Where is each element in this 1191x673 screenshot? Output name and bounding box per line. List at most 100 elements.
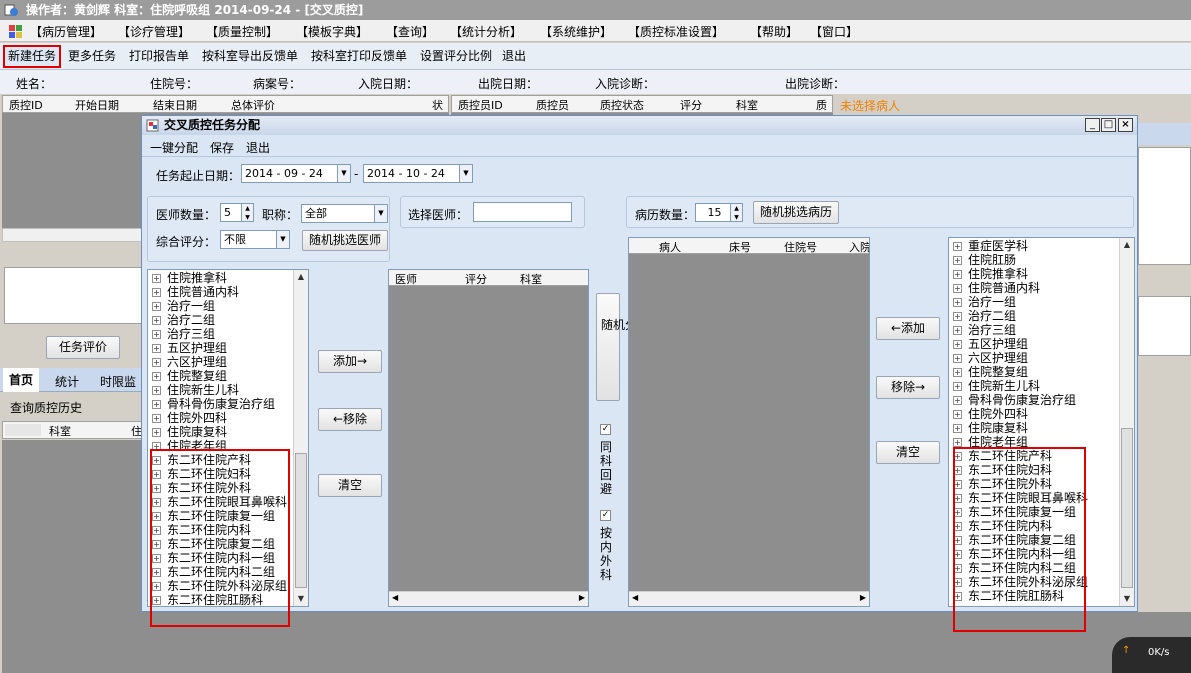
col-admission[interactable]: 入院 [849, 239, 869, 255]
menu-query[interactable]: 【查询】 [386, 23, 434, 40]
expand-plus-icon[interactable]: + [953, 522, 962, 531]
tree-item[interactable]: + 治疗一组 [152, 299, 215, 313]
tree-item[interactable]: + 东二环住院内科一组 [953, 547, 1076, 561]
expand-plus-icon[interactable]: + [953, 368, 962, 377]
expand-plus-icon[interactable]: + [953, 578, 962, 587]
print-feedback-by-dept-button[interactable]: 按科室打印反馈单 [308, 47, 410, 67]
tree-item[interactable]: + 治疗三组 [152, 327, 215, 341]
new-task-button[interactable]: 新建任务 [3, 45, 62, 68]
tree-item[interactable]: + 东二环住院眼耳鼻喉科 [152, 495, 287, 509]
random-doctor-button[interactable]: 随机挑选医师 [302, 230, 388, 251]
tree-item[interactable]: + 重症医学科 [953, 239, 1028, 253]
expand-plus-icon[interactable]: + [152, 316, 161, 325]
expand-plus-icon[interactable]: + [152, 344, 161, 353]
add-to-right-button[interactable]: 添加→ [318, 350, 382, 373]
tab-home[interactable]: 首页 [3, 368, 40, 392]
scroll-down-icon[interactable]: ▼ [294, 592, 308, 606]
tree-item[interactable]: + 骨科骨伤康复治疗组 [953, 393, 1076, 407]
menu-diagnosis-management[interactable]: 【诊疗管理】 [118, 23, 190, 40]
expand-plus-icon[interactable]: + [152, 456, 161, 465]
tree-item[interactable]: + 东二环住院外科泌尿组 [152, 579, 287, 593]
spin-arrows-icon[interactable]: ▲ ▼ [241, 204, 253, 221]
col-end-date[interactable]: 结束日期 [153, 97, 197, 113]
col-bed-no[interactable]: 床号 [729, 239, 751, 255]
scroll-up-icon[interactable]: ▲ [294, 270, 308, 284]
tree-item[interactable]: + 住院外四科 [152, 411, 227, 425]
scroll-up-icon[interactable]: ▲ [1120, 238, 1134, 252]
print-report-button[interactable]: 打印报告单 [126, 47, 192, 67]
menu-quality-control[interactable]: 【质量控制】 [206, 23, 278, 40]
tree-item[interactable]: + 东二环住院外科泌尿组 [953, 575, 1088, 589]
select-doctor-input[interactable] [473, 202, 572, 222]
close-icon[interactable]: × [1118, 118, 1133, 132]
tree-item[interactable]: + 治疗三组 [953, 323, 1016, 337]
menu-system-maintenance[interactable]: 【系统维护】 [540, 23, 612, 40]
tree-item[interactable]: + 东二环住院妇科 [953, 463, 1052, 477]
chevron-down-icon[interactable]: ▼ [276, 231, 289, 248]
tree-item[interactable]: + 东二环住院康复一组 [152, 509, 275, 523]
save-menu[interactable]: 保存 [210, 139, 234, 156]
tree-item[interactable]: + 住院整复组 [953, 365, 1028, 379]
tree-item[interactable]: + 住院康复科 [152, 425, 227, 439]
expand-plus-icon[interactable]: + [953, 564, 962, 573]
expand-plus-icon[interactable]: + [953, 256, 962, 265]
expand-plus-icon[interactable]: + [953, 494, 962, 503]
title-select[interactable]: 全部 ▼ [301, 204, 388, 223]
by-internal-surgery-checkbox[interactable]: ✓ [600, 510, 611, 521]
expand-plus-icon[interactable]: + [953, 270, 962, 279]
tree-item[interactable]: + 东二环住院肛肠科 [152, 593, 263, 606]
expand-plus-icon[interactable]: + [953, 382, 962, 391]
right-department-tree[interactable]: + 重症医学科 + 住院肛肠 + 住院推拿科 + 住院普通内科 + 治疗一组 + 治疗二组 + 治疗三组 +… [948, 237, 1135, 607]
expand-plus-icon[interactable]: + [152, 554, 161, 563]
expand-plus-icon[interactable]: + [152, 442, 161, 451]
expand-plus-icon[interactable]: + [152, 596, 161, 605]
tree-item[interactable]: + 东二环住院内科一组 [152, 551, 275, 565]
expand-plus-icon[interactable]: + [152, 512, 161, 521]
patient-list-hscroll[interactable]: ◀ ▶ [629, 591, 869, 606]
col-score[interactable]: 评分 [680, 97, 702, 113]
expand-plus-icon[interactable]: + [953, 354, 962, 363]
col-department[interactable]: 科室 [736, 97, 758, 113]
tree-item[interactable]: + 住院推拿科 [953, 267, 1028, 281]
end-date-picker[interactable]: 2014 - 10 - 24 ▼ [363, 164, 473, 183]
expand-plus-icon[interactable]: + [152, 526, 161, 535]
start-date-picker[interactable]: 2014 - 09 - 24 ▼ [241, 164, 351, 183]
tree-item[interactable]: + 东二环住院眼耳鼻喉科 [953, 491, 1088, 505]
tab-statistics[interactable]: 统计 [55, 373, 79, 390]
tree-item[interactable]: + 东二环住院康复一组 [953, 505, 1076, 519]
maximize-icon[interactable]: □ [1101, 118, 1116, 132]
scroll-down-icon[interactable]: ▼ [1120, 592, 1134, 606]
expand-plus-icon[interactable]: + [953, 242, 962, 251]
expand-plus-icon[interactable]: + [152, 386, 161, 395]
expand-plus-icon[interactable]: + [953, 298, 962, 307]
scroll-right-icon[interactable]: ▶ [860, 593, 866, 602]
expand-plus-icon[interactable]: + [152, 372, 161, 381]
expand-plus-icon[interactable]: + [953, 396, 962, 405]
tree-item[interactable]: + 治疗二组 [152, 313, 215, 327]
remove-to-right-button[interactable]: 移除→ [876, 376, 940, 399]
col-doctor[interactable]: 医师 [395, 271, 417, 287]
expand-plus-icon[interactable]: + [152, 498, 161, 507]
doctor-list-hscroll[interactable]: ◀ ▶ [389, 591, 588, 606]
tree-item[interactable]: + 东二环住院内科二组 [953, 561, 1076, 575]
tree-item[interactable]: + 住院整复组 [152, 369, 227, 383]
add-to-left-button[interactable]: ←添加 [876, 317, 940, 340]
exit-button[interactable]: 退出 [499, 47, 529, 67]
one-click-assign-menu[interactable]: 一键分配 [150, 139, 198, 156]
chevron-down-icon[interactable]: ▼ [374, 205, 387, 222]
clear-doctors-button[interactable]: 清空 [318, 474, 382, 497]
expand-plus-icon[interactable]: + [152, 288, 161, 297]
tree-item[interactable]: + 五区护理组 [152, 341, 227, 355]
remove-to-left-button[interactable]: ←移除 [318, 408, 382, 431]
more-tasks-button[interactable]: 更多任务 [65, 47, 119, 67]
tree-item[interactable]: + 东二环住院外科 [152, 481, 251, 495]
expand-plus-icon[interactable]: + [953, 536, 962, 545]
expand-plus-icon[interactable]: + [152, 400, 161, 409]
tree-item[interactable]: + 住院普通内科 [152, 285, 239, 299]
expand-plus-icon[interactable]: + [953, 438, 962, 447]
col-qc-id[interactable]: 质控ID [9, 97, 43, 113]
menu-statistics[interactable]: 【统计分析】 [450, 23, 522, 40]
tree-item[interactable]: + 住院康复科 [953, 421, 1028, 435]
expand-plus-icon[interactable]: + [953, 480, 962, 489]
minimize-icon[interactable]: _ [1085, 118, 1100, 132]
